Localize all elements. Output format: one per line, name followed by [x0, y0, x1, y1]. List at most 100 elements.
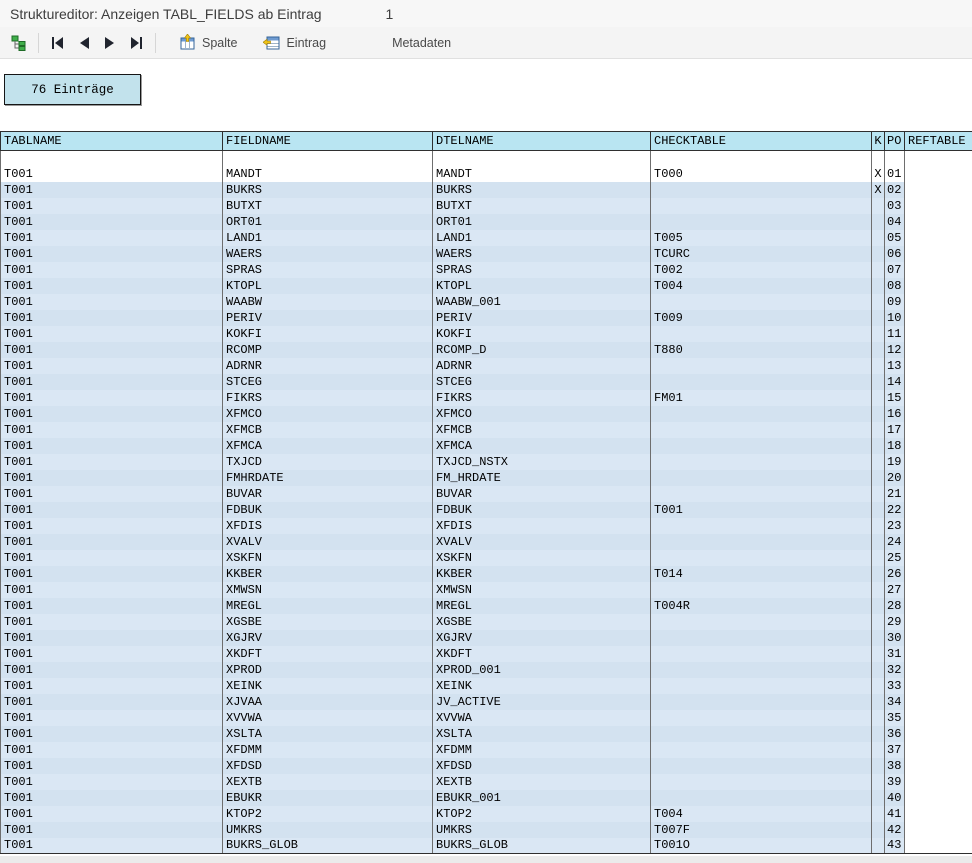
table-row[interactable]: T001KTOP2KTOP2T00441: [1, 806, 972, 822]
column-header-po[interactable]: PO: [885, 132, 905, 151]
table-row[interactable]: T001KOKFIKOKFI11: [1, 326, 972, 342]
cell-reftable: [905, 502, 972, 518]
table-row[interactable]: T001XFDMMXFDMM37: [1, 742, 972, 758]
table-row[interactable]: T001WAABWWAABW_00109: [1, 294, 972, 310]
table-row[interactable]: T001MANDTMANDTT000X01: [1, 166, 972, 182]
column-header-fieldname[interactable]: FIELDNAME: [223, 132, 433, 151]
navigation-group: [45, 30, 149, 56]
cell-fieldname: XSLTA: [223, 726, 433, 742]
cell-fieldname: FIKRS: [223, 390, 433, 406]
column-header-dtelname[interactable]: DTELNAME: [433, 132, 651, 151]
table-row[interactable]: T001XFDISXFDIS23: [1, 518, 972, 534]
table-row[interactable]: T001BUKRS_GLOBBUKRS_GLOBT001O43: [1, 838, 972, 854]
table-row[interactable]: T001MREGLMREGLT004R28: [1, 598, 972, 614]
previous-entry-button[interactable]: [72, 30, 96, 56]
cell-tablname: T001: [1, 486, 223, 502]
metadaten-button[interactable]: Metadaten: [387, 30, 456, 56]
table-row[interactable]: T001XFMCBXFMCB17: [1, 422, 972, 438]
cell-checktable: T880: [651, 342, 872, 358]
table-row[interactable]: T001SPRASSPRAST00207: [1, 262, 972, 278]
horizontal-scrollbar[interactable]: [0, 856, 972, 863]
cell-fieldname: BUTXT: [223, 198, 433, 214]
table-row[interactable]: T001XFMCOXFMCO16: [1, 406, 972, 422]
table-row[interactable]: T001XVVWAXVVWA35: [1, 710, 972, 726]
cell-tablname: T001: [1, 710, 223, 726]
table-row[interactable]: T001KKBERKKBERT01426: [1, 566, 972, 582]
last-entry-button[interactable]: [124, 30, 149, 56]
table-row[interactable]: T001XFMCAXFMCA18: [1, 438, 972, 454]
structure-editor-window: Struktureditor: Anzeigen TABL_FIELDS ab …: [0, 0, 972, 863]
table-row[interactable]: T001XEINKXEINK33: [1, 678, 972, 694]
cell-fieldname: EBUKR: [223, 790, 433, 806]
table-row[interactable]: T001KTOPLKTOPLT00408: [1, 278, 972, 294]
cell-k: [872, 518, 885, 534]
cell-checktable: [651, 518, 872, 534]
entries-count-button[interactable]: 76 Einträge: [4, 74, 141, 105]
table-row[interactable]: T001FIKRSFIKRSFM0115: [1, 390, 972, 406]
column-header-tablname[interactable]: TABLNAME: [1, 132, 223, 151]
cell-reftable: [905, 582, 972, 598]
column-header-reftable[interactable]: REFTABLE: [905, 132, 972, 151]
cell-reftable: [905, 230, 972, 246]
table-row[interactable]: T001UMKRSUMKRST007F42: [1, 822, 972, 838]
cell-dtelname: FDBUK: [433, 502, 651, 518]
cell-k: [872, 630, 885, 646]
cell-po: 26: [885, 566, 905, 582]
table-row[interactable]: T001ORT01ORT0104: [1, 214, 972, 230]
cell-k: [872, 566, 885, 582]
column-header-k[interactable]: K: [872, 132, 885, 151]
fields-table-container: TABLNAMEFIELDNAMEDTELNAMECHECKTABLEKPORE…: [0, 131, 972, 854]
table-row[interactable]: T001XFDSDXFDSD38: [1, 758, 972, 774]
first-entry-button[interactable]: [45, 30, 70, 56]
cell-fieldname: XEINK: [223, 678, 433, 694]
table-row[interactable]: T001PERIVPERIVT00910: [1, 310, 972, 326]
table-row[interactable]: T001XSLTAXSLTA36: [1, 726, 972, 742]
cell-dtelname: BUKRS_GLOB: [433, 838, 651, 854]
cell-checktable: T000: [651, 166, 872, 182]
table-row[interactable]: T001ADRNRADRNR13: [1, 358, 972, 374]
cell-tablname: T001: [1, 326, 223, 342]
cell-fieldname: BUKRS: [223, 182, 433, 198]
table-row[interactable]: T001XPRODXPROD_00132: [1, 662, 972, 678]
table-row[interactable]: T001RCOMPRCOMP_DT88012: [1, 342, 972, 358]
table-row[interactable]: T001XKDFTXKDFT31: [1, 646, 972, 662]
cell-checktable: [651, 646, 872, 662]
table-row[interactable]: T001EBUKREBUKR_00140: [1, 790, 972, 806]
cell-reftable: [905, 822, 972, 838]
table-row[interactable]: T001BUKRSBUKRSX02: [1, 182, 972, 198]
table-row[interactable]: T001XMWSNXMWSN27: [1, 582, 972, 598]
table-row[interactable]: T001LAND1LAND1T00505: [1, 230, 972, 246]
table-row[interactable]: T001TXJCDTXJCD_NSTX19: [1, 454, 972, 470]
cell-po: 30: [885, 630, 905, 646]
cell-tablname: T001: [1, 678, 223, 694]
table-row[interactable]: T001FMHRDATEFM_HRDATE20: [1, 470, 972, 486]
table-row[interactable]: T001XSKFNXSKFN25: [1, 550, 972, 566]
cell-reftable: [905, 310, 972, 326]
cell-k: [872, 278, 885, 294]
table-row[interactable]: T001WAERSWAERSTCURC06: [1, 246, 972, 262]
cell-k: [872, 326, 885, 342]
cell-checktable: [651, 742, 872, 758]
toolbar-separator: [38, 33, 39, 53]
hierarchy-button[interactable]: [6, 30, 32, 56]
table-row[interactable]: T001XVALVXVALV24: [1, 534, 972, 550]
table-row[interactable]: T001STCEGSTCEG14: [1, 374, 972, 390]
cell-checktable: [651, 774, 872, 790]
cell-tablname: T001: [1, 534, 223, 550]
table-row[interactable]: T001XEXTBXEXTB39: [1, 774, 972, 790]
table-row[interactable]: T001BUTXTBUTXT03: [1, 198, 972, 214]
table-row[interactable]: T001FDBUKFDBUKT00122: [1, 502, 972, 518]
cell-k: [872, 390, 885, 406]
table-row[interactable]: T001BUVARBUVAR21: [1, 486, 972, 502]
column-header-checktable[interactable]: CHECKTABLE: [651, 132, 872, 151]
cell-k: [872, 422, 885, 438]
cell-checktable: [651, 534, 872, 550]
next-entry-button[interactable]: [98, 30, 122, 56]
table-row[interactable]: T001XGJRVXGJRV30: [1, 630, 972, 646]
cell-fieldname: KKBER: [223, 566, 433, 582]
spalte-button[interactable]: Spalte: [174, 30, 242, 56]
table-row[interactable]: T001XJVAAJV_ACTIVE34: [1, 694, 972, 710]
eintrag-button[interactable]: Eintrag: [258, 30, 331, 56]
table-row[interactable]: T001XGSBEXGSBE29: [1, 614, 972, 630]
cell-checktable: FM01: [651, 390, 872, 406]
